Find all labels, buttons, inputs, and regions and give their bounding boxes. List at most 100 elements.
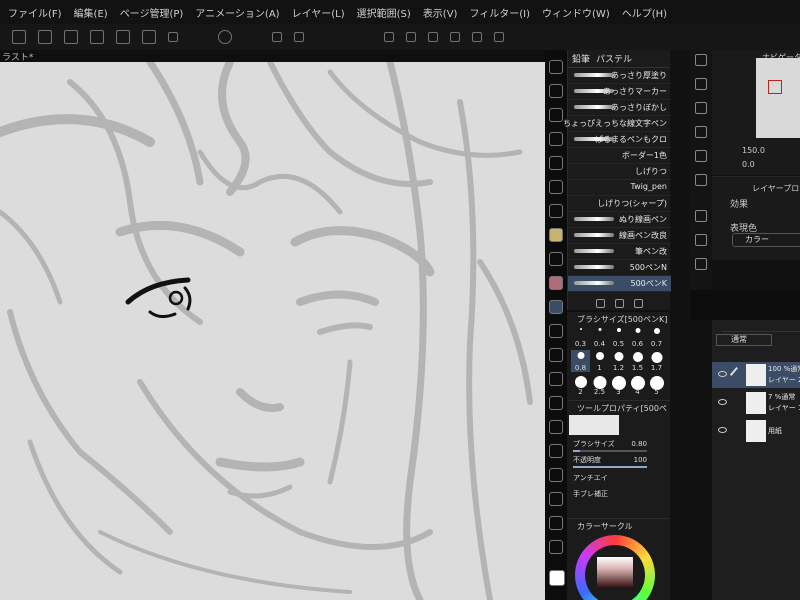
brush-size-preset[interactable]: 5 bbox=[647, 374, 666, 396]
gradient-tool-icon[interactable] bbox=[549, 396, 563, 410]
grid-icon[interactable] bbox=[450, 32, 460, 42]
layer-row-1[interactable]: 7 %通常 レイヤー 1 bbox=[712, 390, 800, 416]
visibility-eye-icon[interactable] bbox=[718, 427, 727, 433]
brush-size-preset[interactable]: 1 bbox=[590, 350, 609, 372]
brush-size-preset[interactable]: 0.4 bbox=[590, 326, 609, 348]
brush-tool-icon[interactable] bbox=[549, 252, 563, 266]
brush-item[interactable]: ぱるまるペンもクロ bbox=[568, 132, 671, 148]
zoom-tool-icon[interactable] bbox=[549, 60, 563, 74]
brush-size-preset[interactable]: 0.7 bbox=[647, 326, 666, 348]
export-icon[interactable] bbox=[90, 30, 104, 44]
layer-panel-tabs[interactable] bbox=[722, 322, 800, 332]
brush-size-preset[interactable]: 4 bbox=[628, 374, 647, 396]
layer-search-icon[interactable] bbox=[695, 150, 707, 162]
menu-filter[interactable]: フィルター(I) bbox=[463, 5, 536, 20]
lasso-tool-icon[interactable] bbox=[549, 132, 563, 146]
settings-icon[interactable] bbox=[218, 30, 232, 44]
menu-selection[interactable]: 選択範囲(S) bbox=[351, 5, 417, 20]
copy-icon[interactable] bbox=[116, 30, 130, 44]
ruler-icon[interactable] bbox=[472, 32, 482, 42]
blend-tool-icon[interactable] bbox=[549, 348, 563, 362]
duplicate-subtool-icon[interactable] bbox=[615, 298, 624, 308]
stabilization-setting[interactable]: 手ブレ補正 bbox=[573, 489, 665, 503]
blend-mode-select[interactable]: 通常 bbox=[716, 334, 772, 346]
saturation-value-square[interactable] bbox=[597, 557, 633, 587]
paper-layer-row[interactable]: 用紙 bbox=[712, 418, 800, 444]
menu-view[interactable]: 表示(V) bbox=[417, 5, 464, 20]
brush-size-preset[interactable]: 0.6 bbox=[628, 326, 647, 348]
add-subtool-icon[interactable] bbox=[596, 298, 605, 308]
info-panel-icon[interactable] bbox=[695, 102, 707, 114]
brush-size-preset[interactable]: 3 bbox=[609, 374, 628, 396]
brush-size-preset[interactable]: 0.8 bbox=[571, 350, 590, 372]
zoom-level[interactable]: 150.0 bbox=[742, 146, 765, 155]
crop-icon[interactable] bbox=[294, 32, 304, 42]
balloon-tool-icon[interactable] bbox=[549, 516, 563, 530]
ruler-tool-icon[interactable] bbox=[549, 468, 563, 482]
tab-pastel[interactable]: パステル bbox=[596, 52, 632, 65]
antialias-setting[interactable]: アンチエイ bbox=[573, 473, 665, 487]
open-file-icon[interactable] bbox=[38, 30, 52, 44]
drawing-canvas[interactable] bbox=[0, 62, 545, 600]
frame-tool-icon[interactable] bbox=[549, 444, 563, 458]
menu-window[interactable]: ウィンドウ(W) bbox=[536, 5, 616, 20]
opacity-slider[interactable]: 不透明度 100 bbox=[573, 455, 665, 469]
active-pen-tool-icon[interactable] bbox=[549, 300, 563, 314]
save-icon[interactable] bbox=[64, 30, 78, 44]
brush-size-preset[interactable]: 2.5 bbox=[590, 374, 609, 396]
brush-item[interactable]: 線画ペン改良 bbox=[568, 228, 671, 244]
main-color-swatch[interactable] bbox=[549, 570, 565, 586]
menu-animation[interactable]: アニメーション(A) bbox=[189, 5, 285, 20]
fill-icon[interactable] bbox=[272, 32, 282, 42]
image-panel-icon[interactable] bbox=[695, 258, 707, 270]
menu-page[interactable]: ページ管理(P) bbox=[114, 5, 190, 20]
material-panel-icon[interactable] bbox=[695, 174, 707, 186]
brush-item-selected[interactable]: 500ペンK bbox=[568, 276, 671, 292]
wand-tool-icon[interactable] bbox=[549, 156, 563, 170]
brush-size-slider[interactable]: ブラシサイズ 0.80 bbox=[573, 439, 665, 453]
brush-item[interactable]: 500ペンN bbox=[568, 260, 671, 276]
rotation-value[interactable]: 0.0 bbox=[742, 160, 755, 169]
correct-line-tool-icon[interactable] bbox=[549, 540, 563, 554]
brush-item[interactable]: あっさり厚塗り bbox=[568, 68, 671, 84]
viewport-frame[interactable] bbox=[768, 80, 782, 94]
menu-help[interactable]: ヘルプ(H) bbox=[616, 5, 673, 20]
navigator-thumbnail[interactable] bbox=[756, 58, 800, 138]
camera-panel-icon[interactable] bbox=[695, 234, 707, 246]
brush-size-preset[interactable]: 0.3 bbox=[571, 326, 590, 348]
eyedropper-tool-icon[interactable] bbox=[549, 180, 563, 194]
menu-layer[interactable]: レイヤー(L) bbox=[286, 5, 351, 20]
history-panel-icon[interactable] bbox=[695, 210, 707, 222]
document-tab[interactable]: ラスト* bbox=[0, 50, 545, 63]
figure-tool-icon[interactable] bbox=[549, 420, 563, 434]
transform-icon[interactable] bbox=[384, 32, 394, 42]
brush-item[interactable]: Twig_pen bbox=[568, 180, 671, 196]
brush-item[interactable]: しげりつ bbox=[568, 164, 671, 180]
fill-tool-icon[interactable] bbox=[549, 372, 563, 386]
brush-item[interactable]: 筆ペン改 bbox=[568, 244, 671, 260]
brush-item[interactable]: ぬり線画ペン bbox=[568, 212, 671, 228]
select-tool-icon[interactable] bbox=[549, 108, 563, 122]
expression-color-select[interactable]: カラー bbox=[732, 233, 800, 247]
move-tool-icon[interactable] bbox=[549, 84, 563, 98]
visibility-eye-icon[interactable] bbox=[718, 371, 727, 377]
paste-icon[interactable] bbox=[142, 30, 156, 44]
brush-size-preset[interactable]: 1.2 bbox=[609, 350, 628, 372]
brush-size-preset[interactable]: 2 bbox=[571, 374, 590, 396]
color-wheel[interactable] bbox=[575, 535, 655, 600]
delete-subtool-icon[interactable] bbox=[634, 298, 643, 308]
text-tool-icon[interactable] bbox=[549, 492, 563, 506]
menu-file[interactable]: ファイル(F) bbox=[2, 5, 68, 20]
brush-size-preset[interactable]: 1.7 bbox=[647, 350, 666, 372]
brush-item[interactable]: しげりつ(シャープ) bbox=[568, 196, 671, 212]
flip-icon[interactable] bbox=[406, 32, 416, 42]
menu-edit[interactable]: 編集(E) bbox=[68, 5, 114, 20]
subview-panel-icon[interactable] bbox=[695, 78, 707, 90]
snap-icon[interactable] bbox=[494, 32, 504, 42]
brush-item[interactable]: あっさりぼかし bbox=[568, 100, 671, 116]
brush-item[interactable]: ちょっぴえっちな線文字ペン bbox=[563, 116, 671, 132]
brush-item[interactable]: あっさりマーカー bbox=[568, 84, 671, 100]
rotate-icon[interactable] bbox=[428, 32, 438, 42]
brush-size-preset[interactable]: 1.5 bbox=[628, 350, 647, 372]
brush-item[interactable]: ボーダー1色 bbox=[568, 148, 671, 164]
